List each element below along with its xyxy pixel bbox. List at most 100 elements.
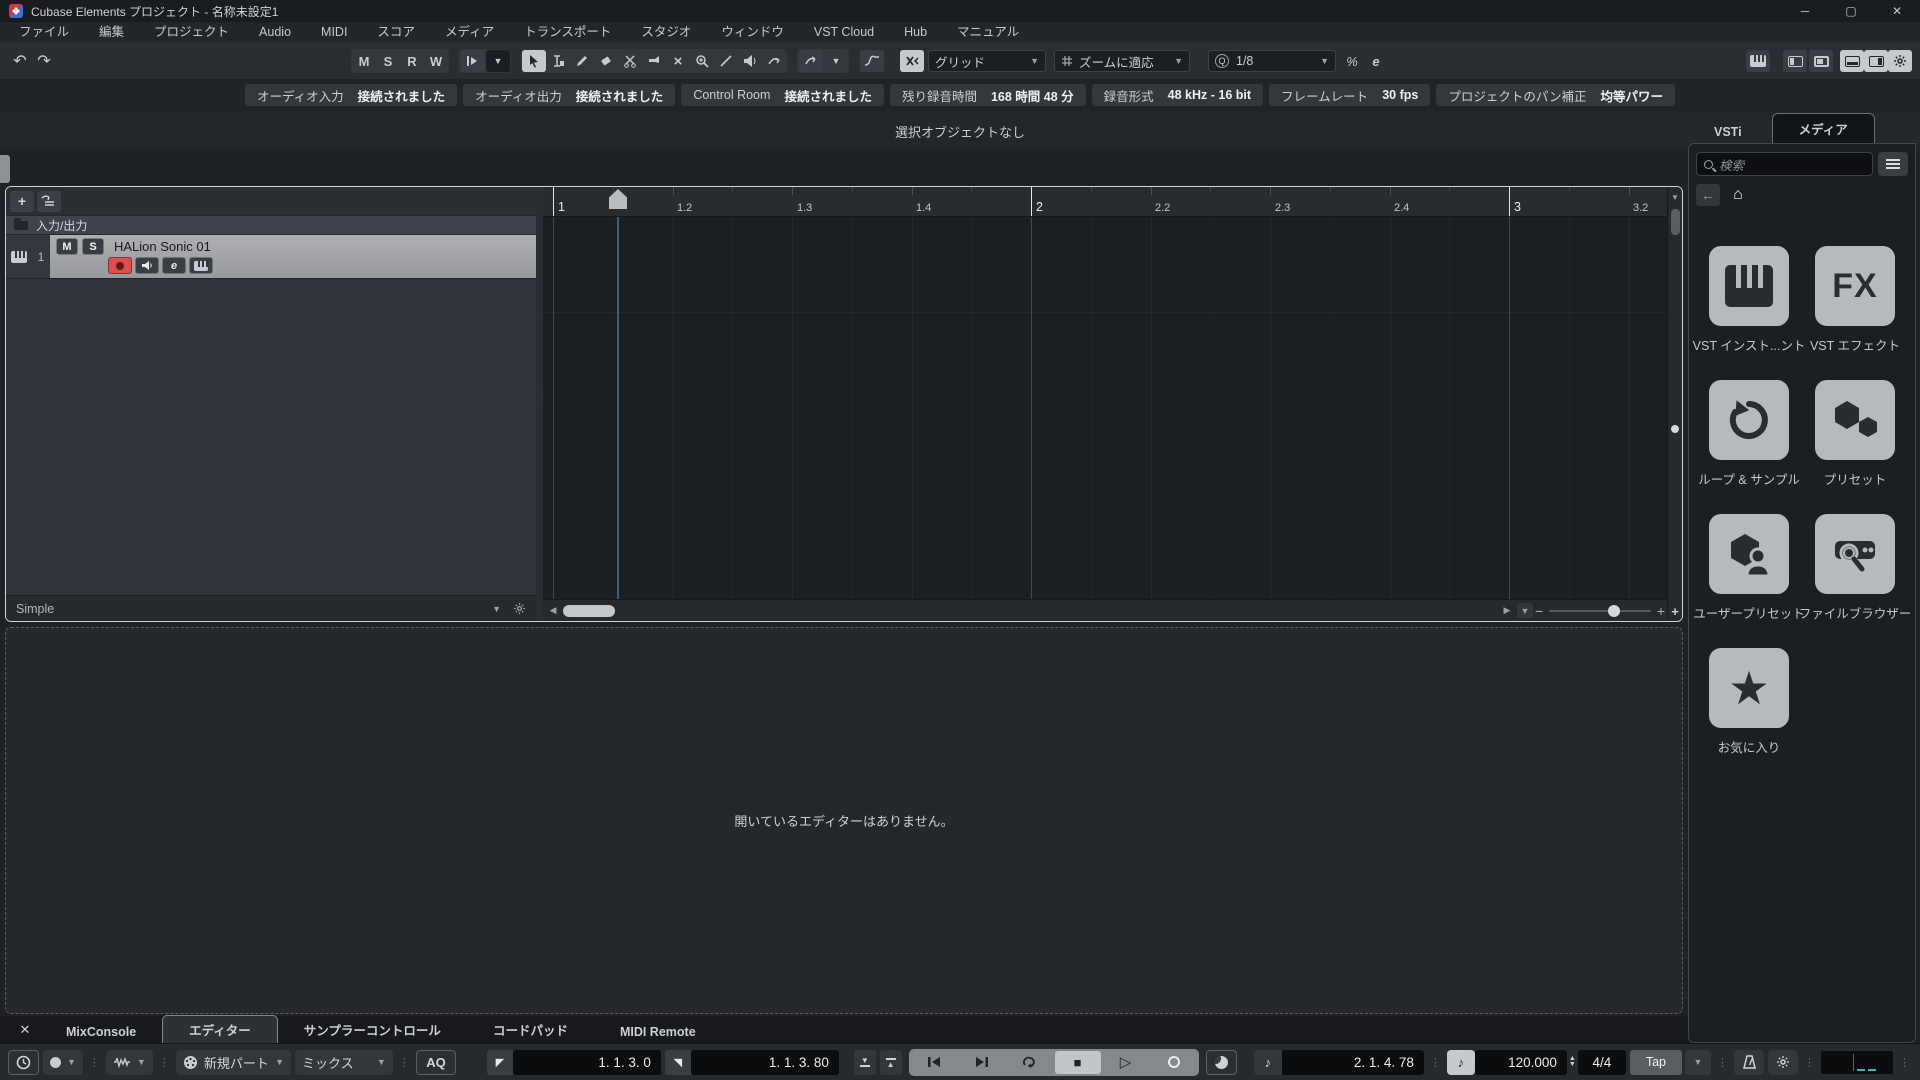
undo-button[interactable]: ↶ xyxy=(8,50,32,72)
zoom-preset-dropdown[interactable]: ▼ xyxy=(1517,603,1533,618)
maximize-button[interactable]: ▢ xyxy=(1828,0,1874,22)
performance-meter[interactable] xyxy=(1821,1050,1894,1074)
position-display[interactable]: 2. 1. 4. 78 xyxy=(1281,1049,1424,1075)
setup-toolbar-button[interactable] xyxy=(1888,50,1912,72)
zoom-out-icon[interactable]: − xyxy=(1535,603,1543,619)
stop-button[interactable]: ■ xyxy=(1054,1050,1101,1074)
tile-favorites[interactable]: ★ お気に入り xyxy=(1699,648,1799,756)
horizontal-zoom-slider[interactable]: − + xyxy=(1535,603,1665,619)
read-automation-button[interactable]: R xyxy=(400,50,424,72)
tempo-display[interactable]: 120.000 xyxy=(1474,1049,1567,1075)
zoom-slider-thumb[interactable] xyxy=(1608,604,1621,617)
scroll-right-arrow[interactable]: ▶ xyxy=(1499,603,1515,619)
monitor-button[interactable] xyxy=(135,257,159,274)
metronome-setup-button[interactable] xyxy=(1734,1049,1765,1075)
minimize-button[interactable]: ─ xyxy=(1782,0,1828,22)
close-button[interactable]: ✕ xyxy=(1874,0,1920,22)
solo-all-button[interactable]: S xyxy=(376,50,400,72)
split-tool-button[interactable] xyxy=(618,50,642,72)
vertical-scroll-thumb[interactable] xyxy=(1670,209,1680,235)
panel-splitter[interactable]: ⋮⋮⋮ xyxy=(536,187,549,621)
time-signature-display[interactable]: 4/4 xyxy=(1577,1049,1626,1075)
menu-edit[interactable]: 編集 xyxy=(84,22,139,43)
vertical-zoom-thumb[interactable] xyxy=(1671,425,1679,433)
right-zone-toggle-button[interactable] xyxy=(1864,50,1888,72)
tile-user-presets[interactable]: ユーザープリセット xyxy=(1693,514,1805,622)
back-button[interactable]: ← xyxy=(1696,184,1720,206)
keyboard-editor-icon[interactable] xyxy=(1746,50,1770,72)
scrub-tool-button[interactable] xyxy=(762,50,786,72)
track-preset-button[interactable] xyxy=(37,190,61,212)
edit-instrument-button[interactable] xyxy=(189,257,213,274)
add-track-button[interactable]: + xyxy=(10,190,34,212)
menu-transport[interactable]: トランスポート xyxy=(509,22,626,43)
horizontal-scroll-thumb[interactable] xyxy=(563,604,615,617)
line-tool-button[interactable] xyxy=(714,50,738,72)
go-to-end-button[interactable] xyxy=(959,1051,1005,1074)
tile-presets[interactable]: プリセット xyxy=(1805,380,1905,488)
click-toggle-button[interactable] xyxy=(1205,1049,1238,1075)
menu-window[interactable]: ウィンドウ xyxy=(706,22,799,43)
zoom-in-icon[interactable]: + xyxy=(1657,603,1665,619)
tab-sampler-control[interactable]: サンプラーコントロール xyxy=(278,1016,467,1043)
play-button[interactable]: ▷ xyxy=(1103,1051,1149,1074)
menu-score[interactable]: スコア xyxy=(362,22,430,43)
record-time-chip[interactable]: 残り録音時間 168 時間 48 分 xyxy=(889,84,1086,106)
select-tool-button[interactable] xyxy=(522,50,546,72)
tile-vst-instruments[interactable]: VST インスト...ント xyxy=(1693,246,1805,354)
project-cursor-handle[interactable] xyxy=(609,189,627,209)
scroll-up-arrow[interactable]: ▼ xyxy=(1667,189,1682,205)
track-list-empty-area[interactable] xyxy=(6,279,536,595)
erase-tool-button[interactable] xyxy=(594,50,618,72)
autoscroll-dropdown[interactable]: ▼ xyxy=(486,50,510,72)
track-mute-button[interactable]: M xyxy=(56,238,78,255)
event-grid[interactable] xyxy=(543,217,1667,599)
menu-midi[interactable]: MIDI xyxy=(306,22,362,43)
close-lower-zone-button[interactable]: ✕ xyxy=(10,1022,40,1043)
tempo-dropdown[interactable]: ▼ xyxy=(1685,1049,1712,1075)
menu-project[interactable]: プロジェクト xyxy=(139,22,244,43)
tile-loops-samples[interactable]: ループ & サンプル xyxy=(1698,380,1800,488)
quantize-panel-button[interactable]: e xyxy=(1364,50,1388,72)
left-zone-handle[interactable] xyxy=(0,155,10,183)
left-zone-toggle-button[interactable] xyxy=(1809,50,1833,72)
tile-file-browser[interactable]: ファイルブラウザー xyxy=(1799,514,1911,622)
menu-file[interactable]: ファイル xyxy=(4,22,84,43)
menu-hub[interactable]: Hub xyxy=(889,22,942,43)
vertical-zoom-in-button[interactable]: + xyxy=(1671,604,1679,619)
tile-vst-effects[interactable]: FX VST エフェクト xyxy=(1805,246,1905,354)
right-locator-display[interactable]: 1. 1. 3. 80 xyxy=(690,1049,839,1075)
inspector-toggle-button[interactable] xyxy=(1783,50,1807,72)
swing-button[interactable]: % xyxy=(1340,50,1364,72)
snap-button[interactable] xyxy=(900,50,924,72)
control-room-chip[interactable]: Control Room 接続されました xyxy=(681,84,884,106)
audio-input-chip[interactable]: オーディオ入力 接続されました xyxy=(245,84,458,106)
audio-record-mode-selector[interactable]: ▼ xyxy=(105,1049,153,1075)
track-view-dropdown[interactable]: ▼ xyxy=(492,604,501,614)
menu-media[interactable]: メディア xyxy=(430,22,509,43)
grid-zoom-select[interactable]: ズームに適応 ▼ xyxy=(1054,50,1190,72)
quantize-select[interactable]: Q 1/8 ▼ xyxy=(1208,50,1336,72)
timeline-ruler[interactable]: 1 1.2 1.3 1.4 2 2.2 2.3 2.4 3 3.2 xyxy=(543,187,1667,217)
edit-channel-button[interactable]: e xyxy=(162,257,186,274)
time-format-icon-button[interactable]: ♪ xyxy=(1253,1049,1282,1075)
lower-zone-toggle-button[interactable] xyxy=(1840,50,1864,72)
track-name[interactable]: HALion Sonic 01 xyxy=(114,239,211,254)
redo-button[interactable]: ↷ xyxy=(32,50,56,72)
tab-midi-remote[interactable]: MIDI Remote xyxy=(594,1021,722,1043)
tab-vsti[interactable]: VSTi xyxy=(1702,121,1754,143)
track-solo-button[interactable]: S xyxy=(82,238,104,255)
scroll-left-arrow[interactable]: ◀ xyxy=(545,603,561,619)
record-enable-button[interactable] xyxy=(108,257,132,274)
color-menu-button[interactable] xyxy=(799,50,823,72)
tab-editor[interactable]: エディター xyxy=(162,1015,278,1043)
write-automation-button[interactable]: W xyxy=(424,50,448,72)
right-locator-flag-icon[interactable]: ◥ xyxy=(664,1049,691,1075)
io-folder-track[interactable]: 入力/出力 xyxy=(6,215,536,235)
time-display-format-button[interactable] xyxy=(8,1049,39,1075)
autoscroll-button[interactable] xyxy=(461,50,485,72)
mute-tool-button[interactable]: × xyxy=(666,50,690,72)
list-view-button[interactable] xyxy=(1878,152,1908,176)
punch-in-button[interactable]: ▼ xyxy=(853,1049,876,1075)
tab-media[interactable]: メディア xyxy=(1771,113,1875,143)
